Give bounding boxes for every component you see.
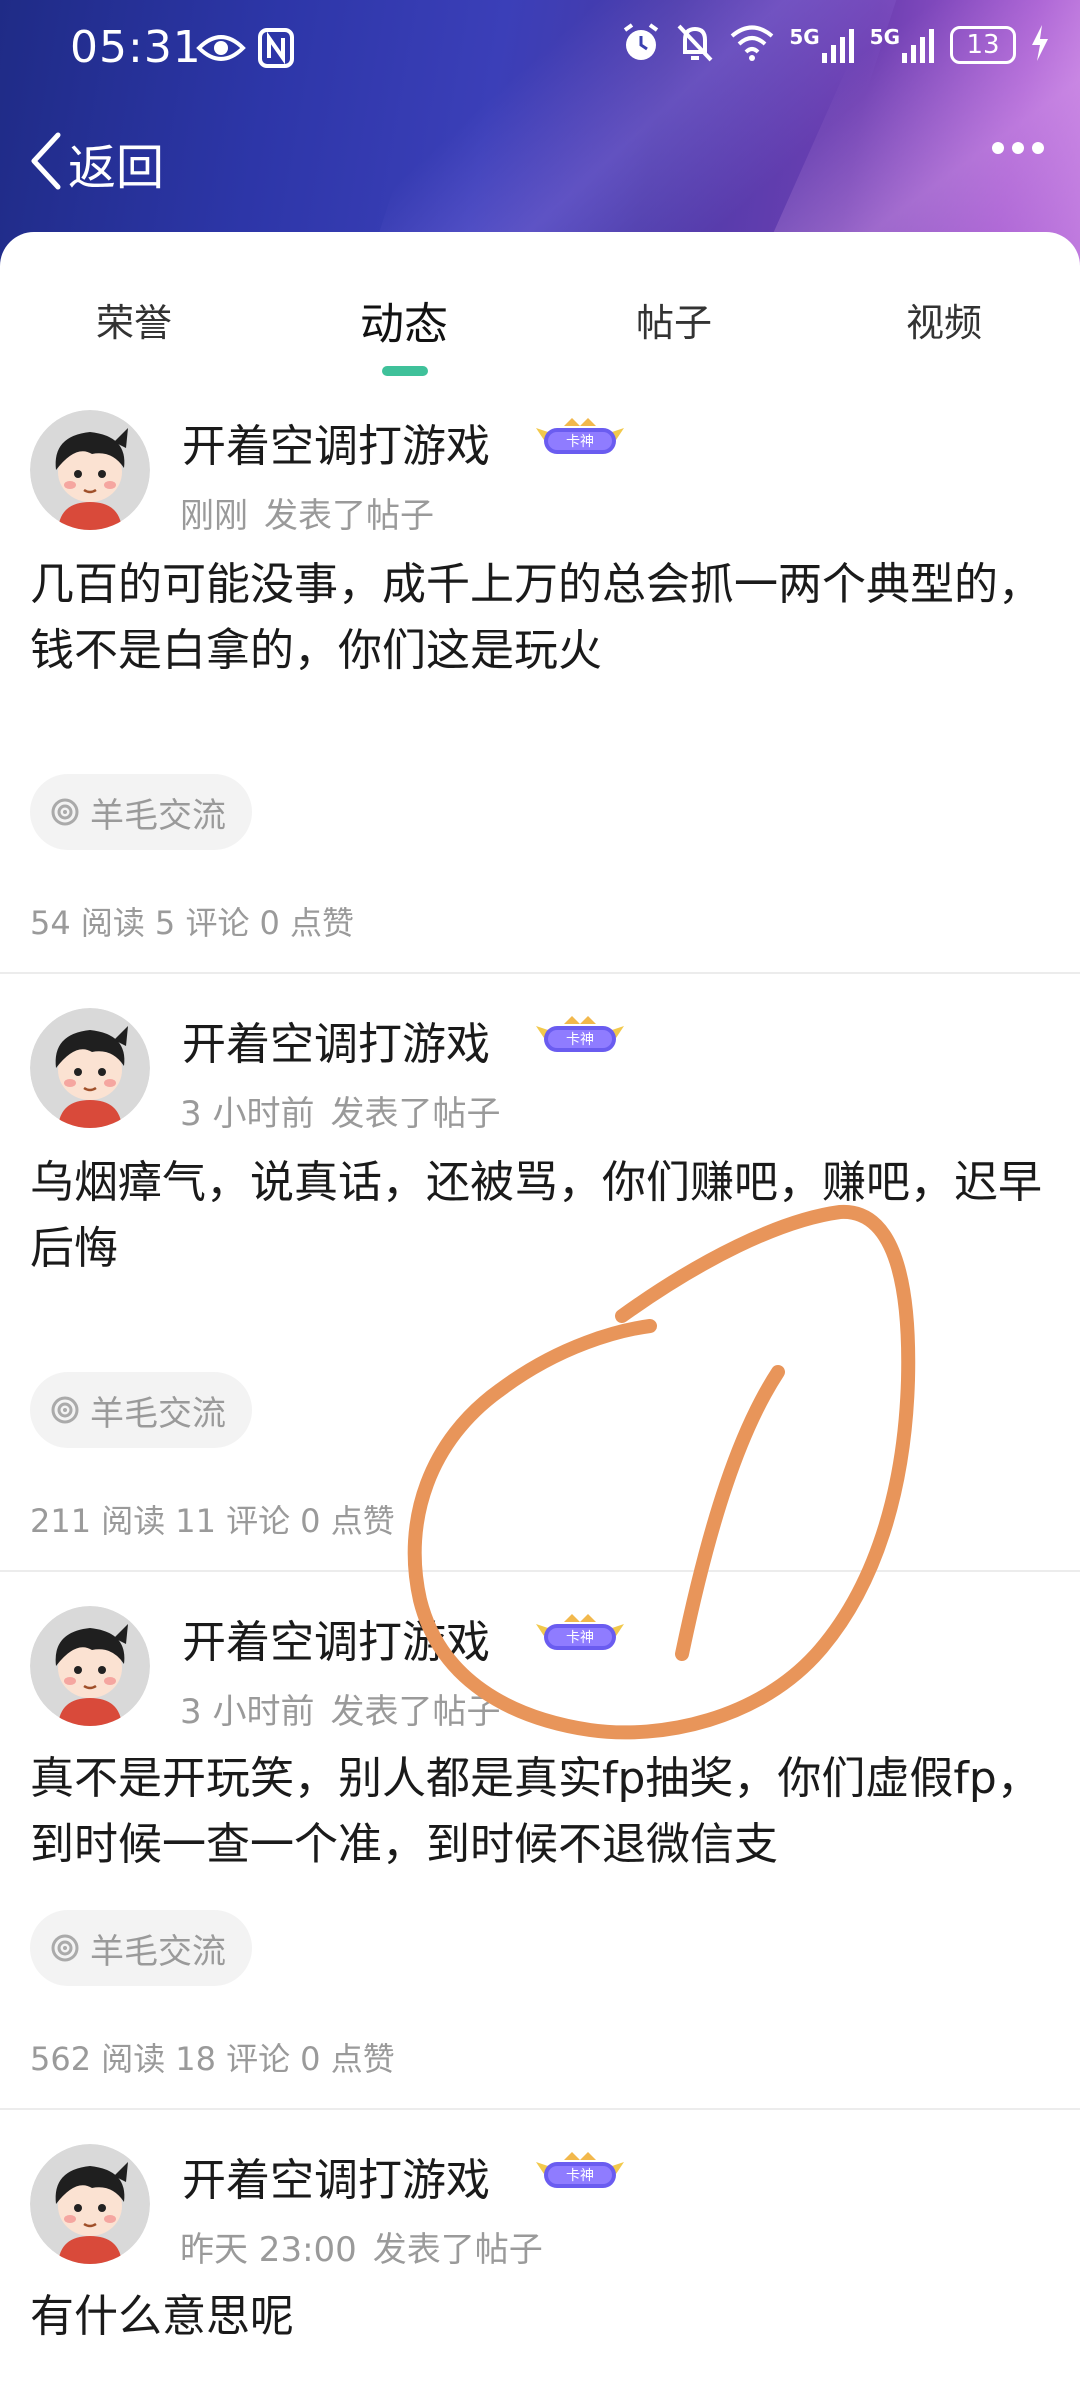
username[interactable]: 开着空调打游戏 (182, 1008, 490, 1072)
tab-honor[interactable]: 荣誉 (34, 292, 234, 347)
badge-label: 卡神 (566, 434, 594, 450)
comment-count: 11 评论 (175, 1502, 291, 1540)
nfc-icon (258, 28, 294, 72)
like-count: 0 点赞 (300, 2040, 395, 2078)
signal-icon-1: 5G (789, 25, 855, 65)
tab-bar: 荣誉 动态 帖子 视频 (0, 232, 1080, 382)
post-content[interactable]: 有什么意思呢 (30, 2284, 1050, 2350)
eye-icon (196, 28, 246, 72)
badge-icon: 卡神 (534, 2150, 626, 2202)
top-navigation: 返回 (0, 110, 1080, 220)
active-tab-indicator (382, 366, 428, 376)
like-count: 0 点赞 (300, 1502, 395, 1540)
topic-tag-label: 羊毛交流 (90, 795, 226, 836)
post-meta: 昨天 23:00 发表了帖子 (180, 2222, 543, 2271)
badge-label: 卡神 (566, 2168, 594, 2184)
post-action: 发表了帖子 (264, 496, 434, 536)
post-action: 发表了帖子 (330, 1094, 501, 1134)
badge-label: 卡神 (566, 1630, 594, 1646)
network-type-2: 5G (869, 25, 900, 49)
post-meta: 3 小时前 发表了帖子 (180, 1684, 500, 1733)
topic-tag-label: 羊毛交流 (90, 1931, 226, 1972)
post-action: 发表了帖子 (330, 1692, 501, 1732)
content-card: 荣誉 动态 帖子 视频 开着空调打游戏 卡神 刚刚 发表了帖子 几百的可能没事，成… (0, 232, 1080, 2400)
username[interactable]: 开着空调打游戏 (182, 1606, 490, 1670)
status-bar: 05:31 5G 5G 13 (0, 0, 1080, 100)
username[interactable]: 开着空调打游戏 (182, 410, 490, 474)
charging-icon (1030, 23, 1050, 67)
topic-tag[interactable]: 羊毛交流 (30, 1372, 252, 1448)
topic-tag[interactable]: 羊毛交流 (30, 774, 252, 850)
more-button[interactable] (990, 140, 1046, 160)
post-action: 发表了帖子 (372, 2230, 543, 2270)
post-stats: 562 阅读 18 评论 0 点赞 (30, 2034, 405, 2080)
tab-posts[interactable]: 帖子 (574, 292, 774, 347)
read-count: 54 阅读 (30, 904, 145, 942)
post-content[interactable]: 几百的可能没事，成千上万的总会抓一两个典型的，钱不是白拿的，你们这是玩火 (30, 552, 1050, 684)
post-time: 刚刚 (180, 496, 248, 536)
network-type-1: 5G (789, 25, 820, 49)
avatar[interactable] (30, 2144, 150, 2264)
mute-bell-icon (675, 22, 715, 68)
divider (0, 1570, 1080, 1572)
divider (0, 2108, 1080, 2110)
badge-icon: 卡神 (534, 1014, 626, 1066)
read-count: 562 阅读 (30, 2040, 166, 2078)
post-time: 3 小时前 (180, 1692, 315, 1732)
tab-videos[interactable]: 视频 (844, 292, 1044, 347)
post-stats: 211 阅读 11 评论 0 点赞 (30, 1496, 405, 1542)
post-stats: 54 阅读 5 评论 0 点赞 (30, 898, 364, 944)
post-content[interactable]: 真不是开玩笑，别人都是真实fp抽奖，你们虚假fp，到时候一查一个准，到时候不退微… (30, 1746, 1050, 1878)
target-icon (50, 797, 80, 827)
alarm-icon (621, 22, 661, 68)
avatar[interactable] (30, 410, 150, 530)
divider (0, 972, 1080, 974)
badge-label: 卡神 (566, 1032, 594, 1048)
topic-tag-label: 羊毛交流 (90, 1393, 226, 1434)
post-content[interactable]: 乌烟瘴气，说真话，还被骂，你们赚吧，赚吧，迟早后悔 (30, 1150, 1050, 1282)
avatar[interactable] (30, 1008, 150, 1128)
badge-icon: 卡神 (534, 416, 626, 468)
back-label: 返回 (68, 140, 165, 196)
signal-icon-2: 5G (870, 25, 936, 65)
badge-icon: 卡神 (534, 1612, 626, 1664)
post-time: 昨天 23:00 (180, 2230, 357, 2270)
battery-indicator: 13 (950, 26, 1016, 64)
more-dots-icon (990, 141, 1046, 160)
status-right-group: 5G 5G 13 (621, 22, 1050, 68)
target-icon (50, 1395, 80, 1425)
read-count: 211 阅读 (30, 1502, 166, 1540)
wifi-icon (729, 23, 775, 67)
post-meta: 3 小时前 发表了帖子 (180, 1086, 500, 1135)
chevron-left-icon (28, 131, 64, 195)
comment-count: 18 评论 (175, 2040, 291, 2078)
avatar[interactable] (30, 1606, 150, 1726)
back-button[interactable]: 返回 (28, 128, 164, 198)
tab-activity[interactable]: 动态 (304, 288, 504, 352)
topic-tag[interactable]: 羊毛交流 (30, 1910, 252, 1986)
like-count: 0 点赞 (259, 904, 354, 942)
username[interactable]: 开着空调打游戏 (182, 2144, 490, 2208)
comment-count: 5 评论 (154, 904, 250, 942)
post-meta: 刚刚 发表了帖子 (180, 488, 434, 537)
status-time: 05:31 (70, 22, 202, 73)
post-time: 3 小时前 (180, 1094, 315, 1134)
target-icon (50, 1933, 80, 1963)
